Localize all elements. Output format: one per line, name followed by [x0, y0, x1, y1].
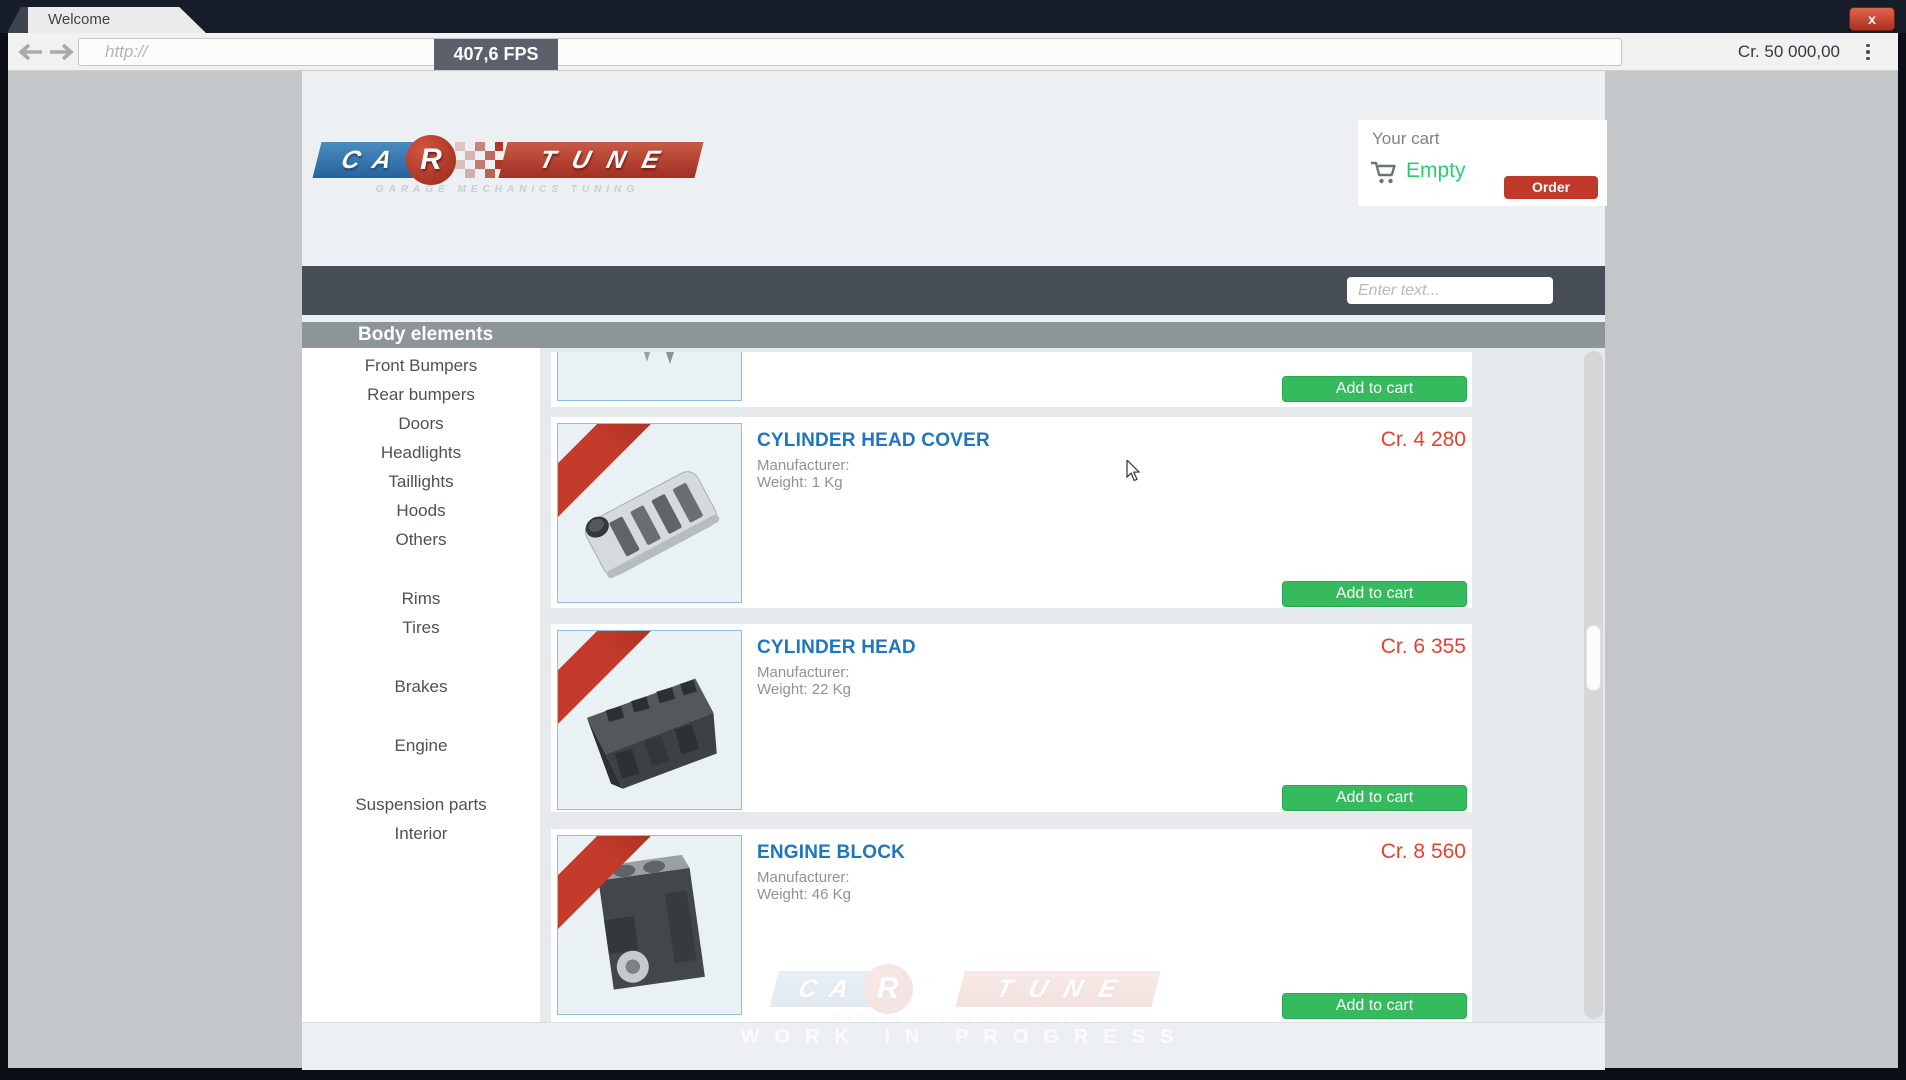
add-to-cart-button[interactable]: Add to cart: [1282, 993, 1467, 1019]
logo-emblem-circle: R: [406, 135, 456, 185]
sidebar-item-front-bumpers[interactable]: Front Bumpers: [302, 351, 540, 380]
sidebar-item-brakes[interactable]: Brakes: [302, 672, 540, 701]
back-arrow-icon[interactable]: [16, 43, 44, 61]
sidebar-item-hoods[interactable]: Hoods: [302, 496, 540, 525]
product-price: Cr. 8 560: [1381, 840, 1466, 864]
product-image[interactable]: [557, 835, 742, 1015]
shop-nav-bar: [302, 266, 1605, 315]
product-card-partial: Add to cart: [551, 352, 1472, 407]
valve-tips-image: [558, 352, 741, 400]
browser-tab-bar: Welcome x: [0, 0, 1906, 33]
scrollbar-thumb[interactable]: [1586, 625, 1601, 691]
sidebar-item-rims[interactable]: Rims: [302, 584, 540, 613]
work-in-progress-text: WORK IN PROGRESS: [712, 1026, 1217, 1049]
sidebar-item-engine[interactable]: Engine: [302, 731, 540, 760]
sidebar-item-others[interactable]: Others: [302, 525, 540, 554]
logo-subtitle: GARAGE MECHANICS TUNING: [315, 184, 700, 195]
product-image[interactable]: [557, 630, 742, 810]
product-price: Cr. 6 355: [1381, 635, 1466, 659]
shopping-cart-icon: [1370, 160, 1398, 186]
tab-welcome[interactable]: Welcome: [28, 7, 206, 33]
add-to-cart-button[interactable]: Add to cart: [1282, 581, 1467, 607]
product-title[interactable]: CYLINDER HEAD COVER: [757, 430, 990, 452]
product-image[interactable]: [557, 352, 742, 401]
mouse-cursor: [1126, 460, 1142, 482]
product-card: CYLINDER HEAD Cr. 6 355 Manufacturer: We…: [551, 624, 1472, 812]
category-header: Body elements: [302, 322, 1605, 348]
category-sidebar: Front Bumpers Rear bumpers Doors Headlig…: [302, 348, 540, 1022]
product-title[interactable]: CYLINDER HEAD: [757, 637, 916, 659]
product-price: Cr. 4 280: [1381, 428, 1466, 452]
add-to-cart-button[interactable]: Add to cart: [1282, 376, 1467, 402]
product-manufacturer: Manufacturer:: [757, 664, 850, 681]
cart-panel-title: Your cart: [1372, 129, 1439, 149]
product-title[interactable]: ENGINE BLOCK: [757, 842, 905, 864]
product-manufacturer: Manufacturer:: [757, 457, 850, 474]
sidebar-item-headlights[interactable]: Headlights: [302, 438, 540, 467]
checker-flag-icon: [455, 142, 503, 178]
sidebar-item-taillights[interactable]: Taillights: [302, 467, 540, 496]
sidebar-item-rear-bumpers[interactable]: Rear bumpers: [302, 380, 540, 409]
product-weight: Weight: 46 Kg: [757, 886, 851, 903]
product-weight: Weight: 1 Kg: [757, 474, 843, 491]
tab-title: Welcome: [48, 11, 110, 28]
search-input[interactable]: [1347, 277, 1553, 304]
browser-toolbar: 407,6 FPS Cr. 50 000,00: [8, 33, 1898, 71]
product-weight: Weight: 22 Kg: [757, 681, 851, 698]
credits-balance: Cr. 50 000,00: [1738, 42, 1840, 62]
watermark-logo: CA TUNE R GARAGE MECHANICS TUNING: [772, 964, 1157, 1030]
cartune-shop-page: CA TUNE R GARAGE MECHANICS TUNING Your c…: [302, 71, 1605, 1070]
sidebar-item-tires[interactable]: Tires: [302, 613, 540, 642]
fps-counter: 407,6 FPS: [434, 39, 558, 70]
menu-dots-icon[interactable]: [1862, 42, 1874, 62]
cart-panel: Your cart Empty Order: [1358, 120, 1607, 206]
sidebar-item-interior[interactable]: Interior: [302, 819, 540, 848]
product-image[interactable]: [557, 423, 742, 603]
close-window-button[interactable]: x: [1849, 7, 1895, 31]
product-card: CYLINDER HEAD COVER Cr. 4 280 Manufactur…: [551, 417, 1472, 608]
sidebar-item-doors[interactable]: Doors: [302, 409, 540, 438]
cartune-logo: CA TUNE R GARAGE MECHANICS TUNING: [315, 135, 700, 201]
logo-word-right: TUNE: [499, 142, 704, 178]
order-button[interactable]: Order: [1504, 176, 1598, 199]
sidebar-item-suspension-parts[interactable]: Suspension parts: [302, 790, 540, 819]
address-bar-input[interactable]: [78, 38, 1622, 66]
cart-status: Empty: [1406, 159, 1466, 183]
add-to-cart-button[interactable]: Add to cart: [1282, 785, 1467, 811]
product-manufacturer: Manufacturer:: [757, 869, 850, 886]
forward-arrow-icon[interactable]: [48, 43, 76, 61]
